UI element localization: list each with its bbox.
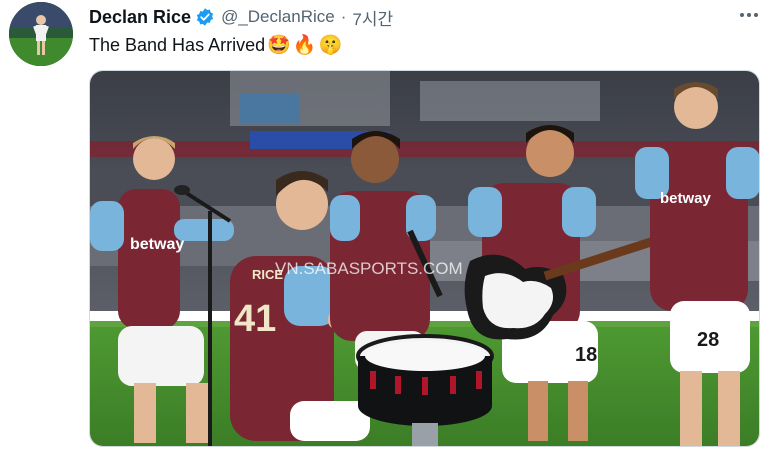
shirt-number-coufal: 28 <box>697 329 719 351</box>
shirt-number-rice: 41 <box>234 298 276 340</box>
shirt-sponsor-left: betway <box>130 236 184 253</box>
tweet-photo[interactable]: betway RICE 41 18 betway 28 VN.SABASPORT… <box>89 70 760 447</box>
fire-emoji: 🔥 <box>292 35 317 56</box>
verified-badge-icon <box>195 7 215 27</box>
tweet-timestamp[interactable]: 7시간 <box>352 5 393 30</box>
tweet-header: Declan Rice @_DeclanRice · 7시간 <box>89 5 393 29</box>
tweet-text-body: The Band Has Arrived <box>89 34 266 55</box>
avatar-image <box>9 2 73 66</box>
star-struck-emoji: 🤩 <box>267 35 291 56</box>
shirt-sponsor-right: betway <box>660 190 712 207</box>
watermark-text: VN.SABASPORTS.COM <box>275 259 463 278</box>
author-name[interactable]: Declan Rice <box>89 7 191 28</box>
more-horizontal-icon[interactable] <box>737 4 761 26</box>
shirt-number-benrahma: 18 <box>575 344 597 366</box>
band-photo: betway RICE 41 18 betway 28 VN.SABASPORT… <box>90 71 759 446</box>
avatar[interactable] <box>9 2 73 66</box>
tweet-text: The Band Has Arrived 🤩 🔥 🤫 <box>89 33 342 57</box>
shushing-face-emoji: 🤫 <box>318 35 343 56</box>
separator-dot: · <box>340 7 347 26</box>
author-handle[interactable]: @_DeclanRice <box>221 7 335 27</box>
